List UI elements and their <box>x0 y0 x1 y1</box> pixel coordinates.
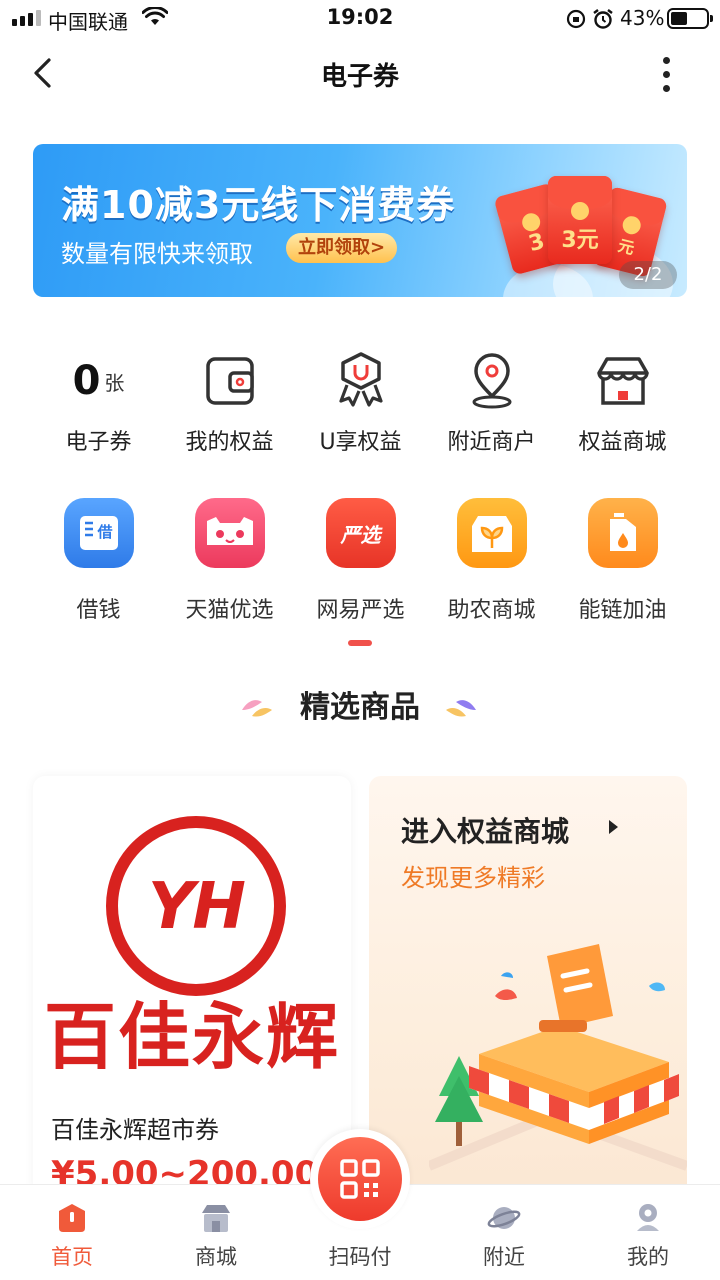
badge-icon <box>338 352 383 407</box>
more-vertical-icon[interactable] <box>648 52 684 96</box>
coupon-count[interactable]: 0 张 电子券 <box>33 350 164 456</box>
petal-deco-icon <box>446 700 476 717</box>
tmall-cat-icon <box>194 498 265 568</box>
mall-entry-subtitle: 发现更多精彩 <box>401 864 545 892</box>
alarm-icon <box>593 9 613 29</box>
mall-entry-card[interactable]: 进入权益商城 发现更多精彩 <box>369 776 687 1196</box>
page-title: 电子券 <box>320 62 399 92</box>
tab-me[interactable]: 我的 <box>576 1185 720 1280</box>
tab-shop[interactable]: 商城 <box>144 1185 288 1280</box>
u-benefits-item[interactable]: U享权益 <box>295 350 426 456</box>
shop-icon <box>202 1205 230 1232</box>
yanxuan-icon: 严选 <box>325 498 396 568</box>
status-bar: 中国联通 19:02 43% <box>0 0 720 40</box>
home-icon <box>59 1204 85 1232</box>
yonghui-logo: YH <box>106 816 286 996</box>
service-fuel[interactable]: 能链加油 <box>557 498 688 624</box>
banner-title: 满10减3元线下消费券 <box>61 183 456 227</box>
loan-icon: 借 <box>63 498 134 568</box>
yonghui-logo-text: 百佳永辉 <box>43 995 340 1079</box>
service-loan-label: 借钱 <box>76 598 121 623</box>
svg-text:借: 借 <box>96 523 112 541</box>
wallet-icon <box>205 357 254 405</box>
service-agri-mall[interactable]: 助农商城 <box>426 498 557 624</box>
service-yanxuan-label: 网易严选 <box>316 598 405 623</box>
my-benefits-label: 我的权益 <box>185 430 274 455</box>
tab-me-label: 我的 <box>627 1245 669 1269</box>
rotation-lock-icon <box>566 9 586 29</box>
nearby-merchants-label: 附近商户 <box>447 430 536 455</box>
banner-subtitle: 数量有限快来领取 <box>61 240 253 268</box>
my-benefits-item[interactable]: 我的权益 <box>164 350 295 456</box>
tab-nearby[interactable]: 附近 <box>432 1185 576 1280</box>
service-fuel-label: 能链加油 <box>578 598 667 623</box>
service-grid: 借 借钱 天猫优选 严选 网易严选 助农商城 能链加油 <box>0 498 720 628</box>
tab-shop-label: 商城 <box>195 1245 237 1269</box>
page-indicator <box>348 640 372 646</box>
service-tmall[interactable]: 天猫优选 <box>164 498 295 624</box>
service-agri-mall-label: 助农商城 <box>447 598 536 623</box>
shop-illustration-icon <box>429 944 687 1171</box>
petal-deco-icon <box>242 700 272 717</box>
triangle-right-icon <box>609 820 618 834</box>
promo-banner[interactable]: 满10减3元线下消费券 数量有限快来领取 立即领取> 3 元 3元 2/2 <box>33 144 687 297</box>
service-loan[interactable]: 借 借钱 <box>33 498 164 624</box>
banner-pager: 2/2 <box>619 261 677 289</box>
tab-home[interactable]: 首页 <box>0 1185 144 1280</box>
quick-actions: 0 张 电子券 我的权益 U享权益 附近商户 权益商城 <box>0 350 720 470</box>
store-icon <box>596 357 649 405</box>
product-name: 百佳永辉超市券 <box>51 1116 219 1144</box>
service-tmall-label: 天猫优选 <box>185 598 274 623</box>
tab-nearby-label: 附近 <box>483 1245 525 1269</box>
claim-now-button[interactable]: 立即领取> <box>286 233 398 263</box>
battery-icon <box>667 8 713 29</box>
tab-scan-pay-label: 扫码付 <box>328 1245 392 1269</box>
coupon-label: 电子券 <box>65 430 132 455</box>
benefits-mall-item[interactable]: 权益商城 <box>557 350 688 456</box>
section-title: 精选商品 <box>300 690 420 725</box>
service-yanxuan[interactable]: 严选 网易严选 <box>295 498 426 624</box>
section-header: 精选商品 <box>0 684 720 734</box>
u-benefits-label: U享权益 <box>319 430 402 455</box>
mall-entry-title: 进入权益商城 <box>401 815 570 848</box>
nav-bar: 电子券 <box>0 40 720 110</box>
fuel-can-icon <box>587 498 658 568</box>
planet-icon <box>487 1207 521 1229</box>
scan-pay-button[interactable] <box>310 1129 410 1229</box>
location-pin-icon <box>472 353 511 409</box>
nearby-merchants-item[interactable]: 附近商户 <box>426 350 557 456</box>
profile-icon <box>637 1204 659 1231</box>
coupon-count-value: 0 <box>72 358 101 404</box>
benefits-mall-label: 权益商城 <box>578 430 667 455</box>
battery-percent: 43% <box>620 6 665 30</box>
coupon-count-unit: 张 <box>104 370 125 395</box>
product-card[interactable]: YH 百佳永辉 百佳永辉超市券 ¥5.00~200.00 <box>33 776 351 1196</box>
red-packet-icon: 3元 <box>548 176 612 264</box>
tab-home-label: 首页 <box>51 1245 93 1269</box>
qr-scan-icon <box>340 1159 380 1199</box>
sprout-store-icon <box>456 498 527 568</box>
